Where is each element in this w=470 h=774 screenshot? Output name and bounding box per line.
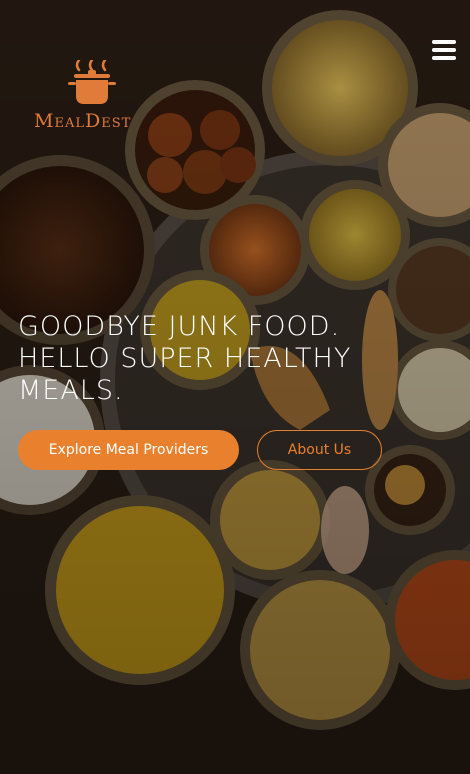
headline-line-1: GOODBYE JUNK FOOD. (18, 311, 341, 342)
brand-logo[interactable]: MealDest (34, 60, 154, 132)
brand-name: MealDest (34, 110, 132, 132)
hero-headline: GOODBYE JUNK FOOD. HELLO SUPER HEALTHY M… (18, 311, 458, 407)
hero-section: MealDest GOODBYE JUNK FOOD. HELLO SUPER … (0, 0, 470, 774)
headline-line-2: HELLO SUPER HEALTHY (18, 343, 352, 374)
headline-line-3: MEALS. (18, 375, 124, 406)
hamburger-menu-icon[interactable] (432, 38, 460, 62)
about-us-button[interactable]: About Us (257, 430, 382, 470)
explore-meal-providers-button[interactable]: Explore Meal Providers (18, 430, 239, 470)
cooking-pot-icon (68, 60, 116, 104)
